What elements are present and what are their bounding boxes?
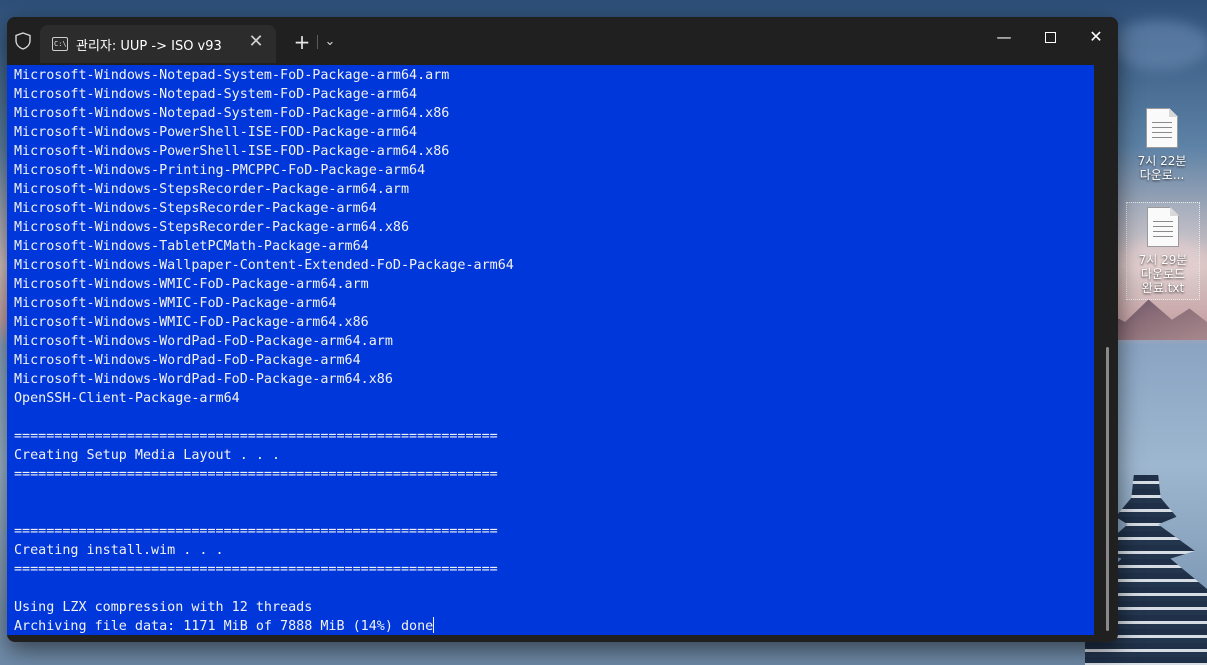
console-line: Microsoft-Windows-PowerShell-ISE-FOD-Pac…	[14, 144, 450, 159]
console-line: OpenSSH-Client-Package-arm64	[14, 391, 240, 406]
scrollbar-thumb[interactable]	[1106, 347, 1109, 631]
console-line: Microsoft-Windows-TabletPCMath-Package-a…	[14, 239, 369, 254]
console-line: Microsoft-Windows-Notepad-System-FoD-Pac…	[14, 87, 418, 102]
tab-separator	[317, 35, 318, 49]
close-window-button[interactable]: ✕	[1073, 23, 1118, 51]
desktop-file-label: 다운로드	[1140, 267, 1186, 281]
console-line: Microsoft-Windows-WMIC-FoD-Package-arm64…	[14, 277, 369, 292]
console-line: ========================================…	[14, 562, 498, 577]
console-line: ========================================…	[14, 467, 498, 482]
console-line: Microsoft-Windows-Notepad-System-FoD-Pac…	[14, 68, 450, 83]
desktop-file-label: 7시 29분	[1138, 253, 1188, 267]
console-line: ========================================…	[14, 524, 498, 539]
console-line: Microsoft-Windows-StepsRecorder-Package-…	[14, 201, 377, 216]
console-line: Microsoft-Windows-Notepad-System-FoD-Pac…	[14, 106, 450, 121]
console-line: Microsoft-Windows-Printing-PMCPPC-FoD-Pa…	[14, 163, 426, 178]
console-line: Microsoft-Windows-WordPad-FoD-Package-ar…	[14, 353, 361, 368]
tab-title: 관리자: UUP -> ISO v93	[76, 39, 222, 54]
console-current-line: Archiving file data: 1171 MiB of 7888 Mi…	[14, 617, 1094, 636]
console-line: Microsoft-Windows-Wallpaper-Content-Exte…	[14, 258, 514, 273]
desktop-file-label: 완료.txt	[1141, 281, 1185, 295]
command-prompt-icon: C:\	[52, 37, 68, 51]
console-line: Creating Setup Media Layout . . .	[14, 448, 281, 463]
text-cursor	[433, 617, 435, 633]
console-output[interactable]: Microsoft-Windows-Notepad-System-FoD-Pac…	[7, 65, 1094, 635]
maximize-button[interactable]	[1027, 23, 1073, 51]
desktop-file-label: 7시 22분	[1137, 154, 1187, 168]
text-file-icon	[1147, 207, 1179, 247]
console-line: Microsoft-Windows-WordPad-FoD-Package-ar…	[14, 334, 393, 349]
console-line: Microsoft-Windows-WordPad-FoD-Package-ar…	[14, 372, 393, 387]
new-tab-button[interactable]: +	[290, 30, 314, 54]
console-line: Microsoft-Windows-StepsRecorder-Package-…	[14, 220, 410, 235]
title-bar[interactable]: C:\ 관리자: UUP -> ISO v93 ✕ + ⌄ — ✕	[7, 17, 1118, 63]
shield-icon	[15, 32, 31, 50]
console-line: Microsoft-Windows-WMIC-FoD-Package-arm64…	[14, 315, 369, 330]
terminal-window: C:\ 관리자: UUP -> ISO v93 ✕ + ⌄ — ✕ Micros…	[7, 17, 1118, 642]
desktop-file-icon-2[interactable]: 7시 29분 다운로드 완료.txt	[1126, 202, 1200, 300]
maximize-icon	[1044, 32, 1056, 43]
console-text: Microsoft-Windows-Notepad-System-FoD-Pac…	[7, 65, 1094, 636]
desktop-file-label: 다운로...	[1139, 168, 1185, 182]
tab-uup-iso[interactable]: C:\ 관리자: UUP -> ISO v93 ✕	[40, 25, 276, 63]
wallpaper-cloud	[1110, 20, 1207, 70]
console-line: ========================================…	[14, 429, 498, 444]
console-line: Microsoft-Windows-PowerShell-ISE-FOD-Pac…	[14, 125, 418, 140]
console-line: Microsoft-Windows-WMIC-FoD-Package-arm64	[14, 296, 337, 311]
vertical-scrollbar[interactable]	[1103, 65, 1115, 635]
console-line: Archiving file data: 1171 MiB of 7888 Mi…	[14, 619, 434, 634]
console-line: Microsoft-Windows-StepsRecorder-Package-…	[14, 182, 410, 197]
console-line: Using LZX compression with 12 threads	[14, 600, 313, 615]
console-line: Creating install.wim . . .	[14, 543, 224, 558]
desktop-file-icon-1[interactable]: 7시 22분 다운로...	[1126, 104, 1198, 188]
close-tab-icon[interactable]: ✕	[244, 30, 268, 54]
minimize-button[interactable]: —	[981, 23, 1027, 51]
text-file-icon	[1146, 108, 1178, 148]
chevron-down-icon[interactable]: ⌄	[321, 31, 339, 53]
